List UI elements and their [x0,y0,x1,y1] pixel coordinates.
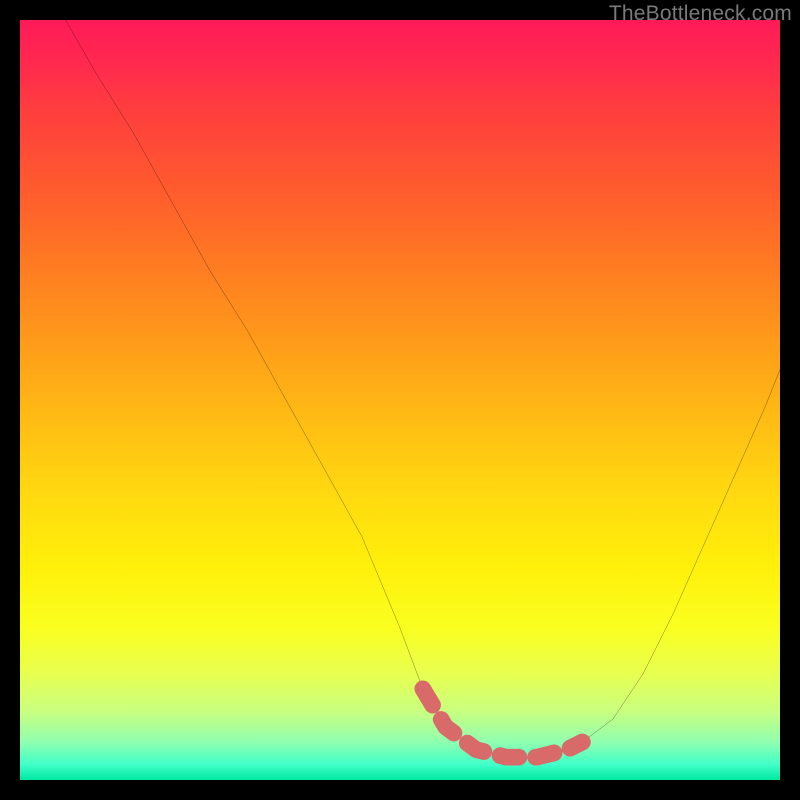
bottleneck-marker [423,689,583,757]
bottleneck-curve [66,20,780,757]
curve-svg [20,20,780,780]
watermark: TheBottleneck.com [609,2,792,26]
plot-area [20,20,780,780]
chart-container: TheBottleneck.com [0,0,800,800]
